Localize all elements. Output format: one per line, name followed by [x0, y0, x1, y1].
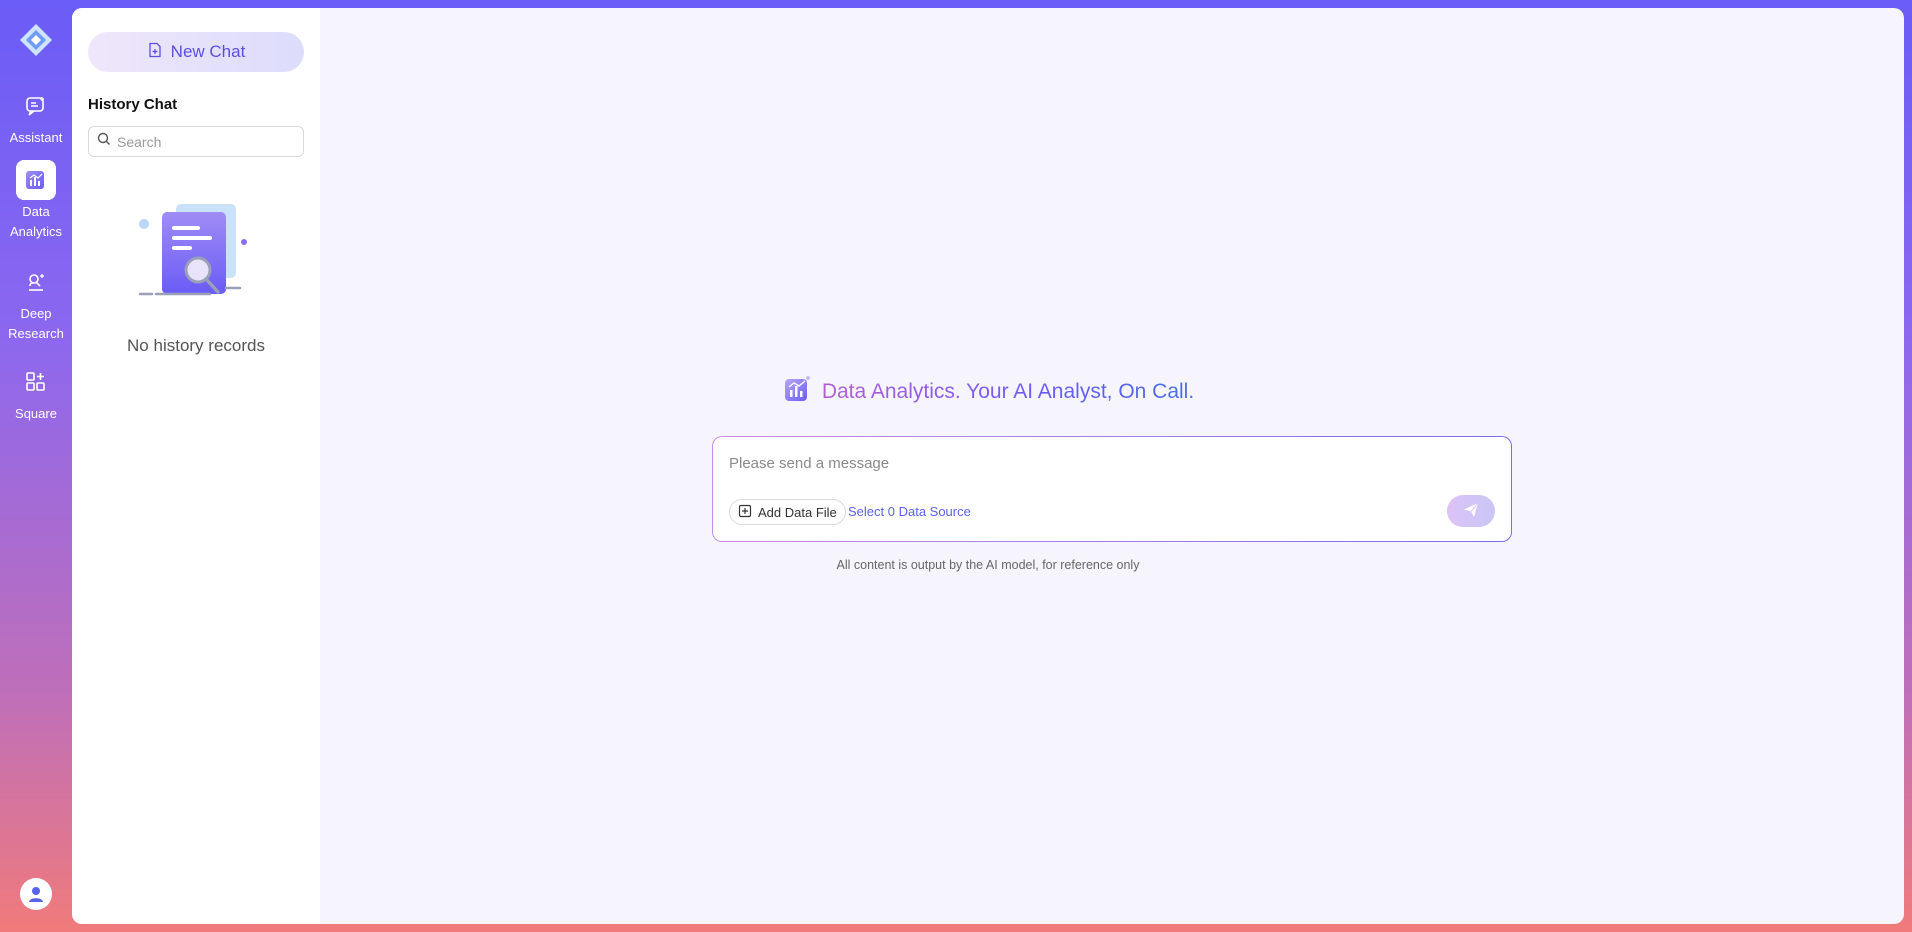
nav-item-square[interactable]: Square — [0, 362, 72, 424]
data-analytics-icon — [782, 374, 812, 409]
nav-item-deep-research[interactable]: Deep Research — [0, 262, 72, 344]
history-sidebar: New Chat History Chat Search No history … — [72, 8, 320, 924]
user-avatar-icon[interactable] — [20, 878, 52, 910]
search-icon — [97, 132, 111, 151]
data-analytics-icon — [16, 160, 56, 200]
nav-item-assistant[interactable]: Assistant — [0, 86, 72, 148]
nav-item-data-analytics[interactable]: Data Analytics — [0, 160, 72, 242]
add-data-file-button[interactable]: Add Data File — [729, 499, 846, 525]
add-data-file-label: Add Data File — [758, 504, 837, 520]
nav-label-square: Square — [15, 406, 57, 421]
send-button[interactable] — [1447, 495, 1495, 527]
select-data-source-link[interactable]: Select 0 Data Source — [848, 504, 971, 519]
microscope-icon — [16, 262, 56, 302]
left-nav-rail: Assistant Data Analytics Deep Research S… — [0, 0, 72, 932]
ai-disclaimer: All content is output by the AI model, f… — [836, 558, 1140, 572]
nav-label-deep-research: Deep Research — [8, 306, 64, 341]
chat-sparkle-icon — [16, 86, 56, 126]
plus-square-icon — [738, 504, 752, 521]
composer-body: Add Data File Select 0 Data Source — [713, 437, 1511, 541]
hero-banner: Data Analytics. Your AI Analyst, On Call… — [72, 374, 1904, 409]
message-input[interactable] — [729, 455, 1489, 481]
new-chat-label: New Chat — [170, 42, 246, 61]
hero-title: Data Analytics. Your AI Analyst, On Call… — [821, 379, 1195, 403]
new-chat-button[interactable]: New Chat — [88, 32, 304, 72]
nav-label-assistant: Assistant — [9, 130, 63, 145]
paper-plane-icon — [1463, 502, 1479, 521]
apps-grid-icon — [16, 362, 56, 402]
message-composer: Add Data File Select 0 Data Source — [712, 436, 1512, 542]
history-search — [88, 126, 304, 157]
nav-label-data-analytics: Data Analytics — [9, 204, 63, 239]
history-title: History Chat — [88, 96, 178, 113]
empty-history-illustration — [138, 204, 254, 308]
main-card: New Chat History Chat Search No history … — [72, 8, 1904, 924]
app-logo-icon[interactable] — [18, 22, 54, 58]
new-document-icon — [147, 42, 163, 63]
empty-history-text: No history records — [127, 336, 265, 355]
search-input[interactable] — [117, 133, 287, 150]
